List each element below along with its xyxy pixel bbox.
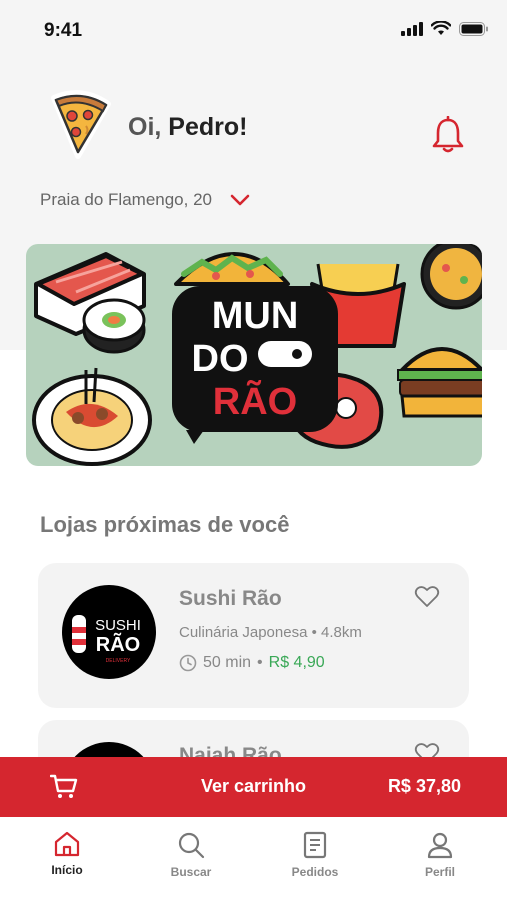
tab-label: Buscar xyxy=(170,865,212,879)
logo-line1: MUN xyxy=(212,295,299,337)
mundo-rao-logo: MUN DO RÃO xyxy=(172,286,338,444)
pasta-illustration xyxy=(32,367,152,466)
user-icon xyxy=(427,832,453,859)
sushi-roll-illustration xyxy=(82,298,146,354)
banner-illustration: MUN DO RÃO xyxy=(32,244,482,466)
status-time: 9:41 xyxy=(44,20,83,41)
taco-illustration xyxy=(174,252,290,286)
chevron-down-icon xyxy=(230,194,250,206)
view-cart-button[interactable]: Ver carrinho R$ 37,80 xyxy=(0,757,507,817)
greeting-prefix: Oi, xyxy=(128,113,162,141)
wifi-icon xyxy=(431,21,451,35)
address-selector[interactable]: Praia do Flamengo, 20 xyxy=(40,190,250,210)
tab-buscar[interactable]: Buscar xyxy=(141,831,241,879)
search-icon xyxy=(178,832,205,859)
store-logo-sub: DELIVERY xyxy=(106,658,131,664)
status-bar: 9:41 xyxy=(0,0,507,60)
greeting: Oi, Pedro! xyxy=(128,113,247,142)
store-logo: SUSHI RÃO DELIVERY xyxy=(62,585,156,679)
meta-separator: • xyxy=(311,624,322,641)
address-text: Praia do Flamengo, 20 xyxy=(40,190,212,209)
store-cuisine: Culinária Japonesa xyxy=(179,624,308,641)
store-delivery-fee: R$ 4,90 xyxy=(268,654,325,671)
burger-illustration xyxy=(397,347,482,418)
tab-label: Pedidos xyxy=(291,865,339,879)
user-name: Pedro! xyxy=(168,113,248,141)
bowl-illustration xyxy=(420,244,482,310)
tab-perfil[interactable]: Perfil xyxy=(390,831,490,879)
store-logo-bottom: RÃO xyxy=(96,633,140,656)
eta-separator: • xyxy=(257,654,263,671)
logo-line3: RÃO xyxy=(213,379,297,423)
clock-icon xyxy=(179,654,197,672)
receipt-icon xyxy=(303,831,327,859)
battery-icon xyxy=(459,21,488,36)
store-meta: Culinária Japonesa • 4.8km xyxy=(179,624,362,641)
tab-pedidos[interactable]: Pedidos xyxy=(265,831,365,879)
section-title: Lojas próximas de você xyxy=(40,512,290,537)
tab-inicio[interactable]: Início xyxy=(17,831,117,877)
logo-line2: DO xyxy=(192,338,249,380)
cart-total: R$ 37,80 xyxy=(387,776,461,796)
store-card[interactable]: SUSHI RÃO DELIVERY Sushi Rão Culinária J… xyxy=(38,563,469,708)
store-eta: 50 min xyxy=(203,654,252,671)
favorite-heart-icon[interactable] xyxy=(414,585,440,609)
home-icon xyxy=(54,831,80,857)
store-eta-row: 50 min • R$ 4,90 xyxy=(179,654,325,672)
store-logo-top: SUSHI xyxy=(95,617,141,634)
bottom-tab-bar: Início Buscar Pedidos Perfil xyxy=(0,817,507,900)
store-distance: 4.8km xyxy=(321,624,362,641)
notification-bell-icon[interactable] xyxy=(430,116,466,154)
tab-label: Início xyxy=(51,863,83,877)
promo-banner[interactable]: MUN DO RÃO xyxy=(26,244,482,466)
pizza-avatar-icon[interactable] xyxy=(48,88,112,160)
status-icons xyxy=(401,21,489,36)
store-name: Sushi Rão xyxy=(179,587,282,610)
tab-label: Perfil xyxy=(424,865,455,879)
signal-icon xyxy=(401,21,423,36)
